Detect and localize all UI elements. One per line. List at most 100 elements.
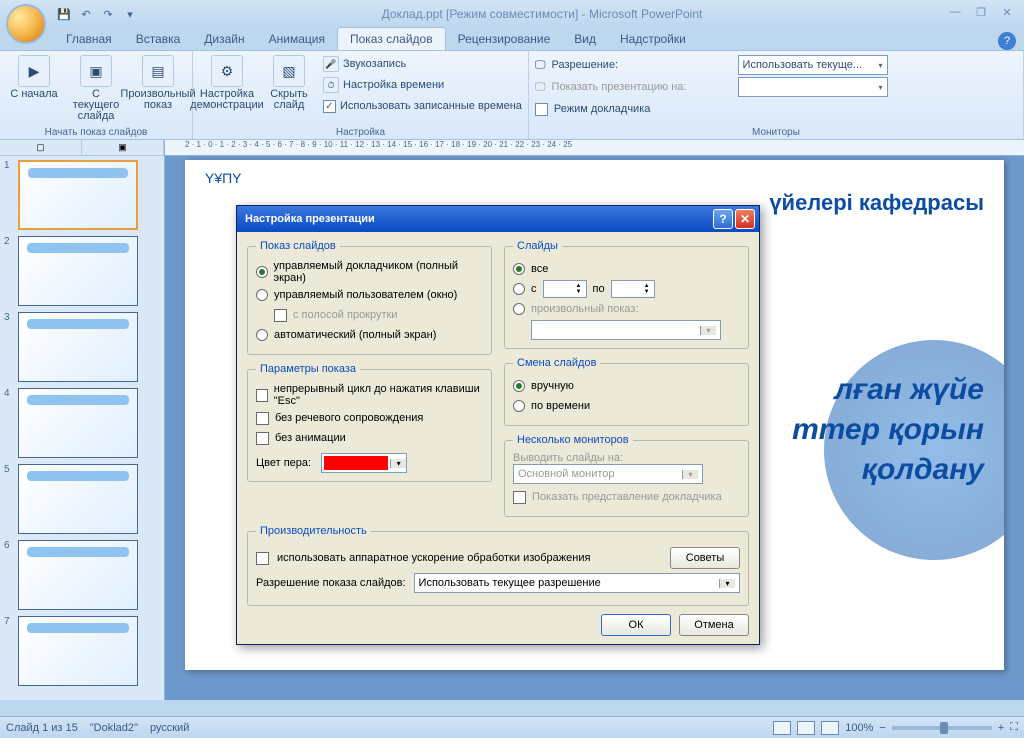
slide-thumbnail[interactable]: 2: [4, 236, 160, 306]
zoom-out-button[interactable]: −: [879, 722, 885, 734]
slide-title: үйелері кафедрасы: [769, 190, 984, 216]
tab-design[interactable]: Дизайн: [192, 28, 256, 50]
zoom-in-button[interactable]: +: [998, 722, 1004, 734]
help-icon[interactable]: ?: [998, 32, 1016, 50]
tab-home[interactable]: Главная: [54, 28, 124, 50]
window-title: Доклад.ppt [Режим совместимости] - Micro…: [138, 7, 946, 21]
language-indicator[interactable]: русский: [150, 722, 189, 734]
dialog-help-button[interactable]: ?: [713, 209, 733, 229]
setup-icon: ⚙: [211, 55, 243, 87]
custom-show-dropdown: ▾: [531, 320, 721, 340]
slideshow-view-button[interactable]: [821, 721, 839, 735]
qat-dropdown-icon[interactable]: ▾: [122, 6, 138, 22]
slide-thumbnail[interactable]: 5: [4, 464, 160, 534]
show-type-presenter-radio[interactable]: управляемый докладчиком (полный экран): [256, 260, 483, 284]
use-timings-checkbox[interactable]: ✓Использовать записанные времена: [323, 97, 522, 115]
restore-icon[interactable]: ❐: [972, 6, 990, 22]
hide-slide-button[interactable]: ▧Скрыть слайд: [261, 53, 317, 113]
ribbon: ▶С начала ▣С текущего слайда ▤Произвольн…: [0, 50, 1024, 140]
pen-color-dropdown[interactable]: ▾: [321, 453, 407, 473]
outline-tab[interactable]: ▣: [82, 140, 164, 155]
radio-icon: [513, 303, 525, 315]
resolution-dropdown[interactable]: Использовать текуще...▾: [738, 55, 888, 75]
minimize-icon[interactable]: —: [946, 6, 964, 22]
to-spinner[interactable]: ▲▼: [611, 280, 655, 298]
tab-view[interactable]: Вид: [562, 28, 608, 50]
chevron-down-icon: ▾: [390, 459, 406, 468]
tips-button[interactable]: Советы: [670, 547, 740, 569]
start-from-beginning-button[interactable]: ▶С начала: [6, 53, 62, 102]
output-monitor-label: Выводить слайды на:: [513, 452, 740, 464]
tab-animation[interactable]: Анимация: [257, 28, 337, 50]
tab-review[interactable]: Рецензирование: [446, 28, 563, 50]
rehearse-timings-button[interactable]: ⏱Настройка времени: [323, 76, 522, 94]
undo-icon[interactable]: ↶: [78, 6, 94, 22]
from-spinner[interactable]: ▲▼: [543, 280, 587, 298]
show-type-user-radio[interactable]: управляемый пользователем (окно): [256, 286, 483, 304]
tab-addins[interactable]: Надстройки: [608, 28, 698, 50]
checkbox-icon: [274, 309, 287, 322]
slide-thumbnail[interactable]: 1: [4, 160, 160, 230]
ribbon-tabs: Главная Вставка Дизайн Анимация Показ сл…: [0, 28, 1024, 50]
fieldset-legend: Параметры показа: [256, 363, 360, 375]
dialog-close-button[interactable]: ✕: [735, 209, 755, 229]
radio-icon: [256, 329, 268, 341]
group-label: Настройка: [199, 125, 522, 138]
sorter-view-button[interactable]: [797, 721, 815, 735]
hide-icon: ▧: [273, 55, 305, 87]
no-animation-checkbox[interactable]: без анимации: [256, 429, 483, 447]
start-from-current-button[interactable]: ▣С текущего слайда: [68, 53, 124, 124]
redo-icon[interactable]: ↷: [100, 6, 116, 22]
office-button[interactable]: [6, 4, 46, 44]
tab-slideshow[interactable]: Показ слайдов: [337, 27, 446, 50]
radio-icon: [256, 289, 268, 301]
normal-view-button[interactable]: [773, 721, 791, 735]
chevron-down-icon: ▾: [700, 326, 716, 335]
show-on-dropdown: ▾: [738, 77, 888, 97]
slide-thumbnail[interactable]: 3: [4, 312, 160, 382]
save-icon[interactable]: 💾: [56, 6, 72, 22]
chevron-down-icon: ▾: [682, 470, 698, 479]
play-icon: ▶: [18, 55, 50, 87]
zoom-level[interactable]: 100%: [845, 722, 873, 734]
show-type-kiosk-radio[interactable]: автоматический (полный экран): [256, 326, 483, 344]
output-monitor-dropdown: Основной монитор▾: [513, 464, 703, 484]
record-narration-button[interactable]: 🎤Звукозапись: [323, 55, 522, 73]
dialog-title: Настройка презентации: [245, 213, 375, 225]
tab-insert[interactable]: Вставка: [124, 28, 193, 50]
dialog-title-bar[interactable]: Настройка презентации ? ✕: [237, 206, 759, 232]
presenter-view-dialog-checkbox: Показать представление докладчика: [513, 488, 740, 506]
custom-icon: ▤: [142, 55, 174, 87]
radio-icon: [513, 283, 525, 295]
horizontal-ruler: 2 · 1 · 0 · 1 · 2 · 3 · 4 · 5 · 6 · 7 · …: [165, 140, 1024, 156]
checkbox-icon: [256, 432, 269, 445]
setup-show-button[interactable]: ⚙Настройка демонстрации: [199, 53, 255, 113]
slides-range-radio[interactable]: с ▲▼ по ▲▼: [513, 280, 740, 298]
thumbnails-tab[interactable]: ▢: [0, 140, 82, 155]
slideshow-resolution-dropdown[interactable]: Использовать текущее разрешение▾: [414, 573, 740, 593]
close-icon[interactable]: ✕: [998, 6, 1016, 22]
quick-access-toolbar: 💾 ↶ ↷ ▾: [56, 6, 138, 22]
cancel-button[interactable]: Отмена: [679, 614, 749, 636]
slide-thumbnails-panel: ▢ ▣ 1 2 3 4 5 6 7: [0, 140, 165, 700]
chevron-down-icon: ▾: [879, 61, 883, 70]
slides-all-radio[interactable]: все: [513, 260, 740, 278]
no-narration-checkbox[interactable]: без речевого сопровождения: [256, 409, 483, 427]
fit-to-window-button[interactable]: ⛶: [1010, 721, 1018, 734]
zoom-slider[interactable]: [892, 726, 992, 730]
slideshow-resolution-label: Разрешение показа слайдов:: [256, 577, 406, 589]
advance-timed-radio[interactable]: по времени: [513, 397, 740, 415]
ok-button[interactable]: ОК: [601, 614, 671, 636]
slide-thumbnail[interactable]: 7: [4, 616, 160, 686]
group-label: Начать показ слайдов: [6, 125, 186, 138]
presenter-view-checkbox[interactable]: [535, 103, 548, 116]
slide-thumbnail[interactable]: 6: [4, 540, 160, 610]
custom-show-button[interactable]: ▤Произвольный показ: [130, 53, 186, 113]
monitor-icon: 🖵: [535, 59, 546, 72]
checkbox-icon: [256, 389, 268, 402]
hardware-accel-checkbox[interactable]: [256, 552, 269, 565]
slide-thumbnail[interactable]: 4: [4, 388, 160, 458]
fieldset-legend: Показ слайдов: [256, 240, 340, 252]
loop-checkbox[interactable]: непрерывный цикл до нажатия клавиши "Esc…: [256, 383, 483, 407]
advance-manual-radio[interactable]: вручную: [513, 377, 740, 395]
